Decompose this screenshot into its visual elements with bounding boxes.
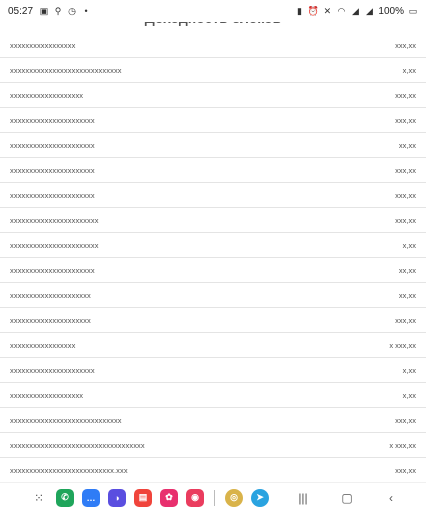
yield-list: xxxxxxxxxxxxxxxxx xxx,xx xxxxxxxxxxxxxxxxx…	[0, 33, 426, 483]
list-item[interactable]: xxxxxxxxxxxxxxxxxxxxx xx,xx	[0, 283, 426, 308]
status-time: 05:27	[8, 5, 34, 17]
gallery-icon[interactable]: ✿	[160, 488, 178, 507]
list-item[interactable]: xxxxxxxxxxxxxxxxxxx x,xx	[0, 383, 426, 408]
list-item[interactable]: xxxxxxxxxxxxxxxxxxxxxxx x,xx	[0, 233, 426, 258]
phone-icon[interactable]: ✆	[56, 488, 74, 507]
messages-icon[interactable]: …	[82, 488, 100, 507]
list-item[interactable]: xxxxxxxxxxxxxxxxxxxxxx xx,xx	[0, 133, 426, 158]
image-notification-icon: ▣	[39, 6, 49, 16]
item-name: xxxxxxxxxxxxxxxxxxxxxx	[10, 115, 95, 125]
dot-notification-icon: •	[84, 6, 88, 16]
alarm-icon: ⏰	[307, 6, 320, 16]
list-item[interactable]: xxxxxxxxxxxxxxxxxxxxxx x,xx	[0, 358, 426, 383]
internet-icon[interactable]: ◑	[108, 488, 126, 507]
system-navigation: ||| ▢ ‹	[295, 491, 399, 505]
wifi-icon: ◠	[337, 6, 346, 16]
item-value: xxx,xx	[395, 40, 416, 50]
item-value: x,xx	[402, 390, 416, 400]
item-name: xxxxxxxxxxxxxxxxxxx	[10, 90, 84, 100]
list-item[interactable]: xxxxxxxxxxxxxxxxxxxxxxxxxxxxx x,xx	[0, 58, 426, 83]
item-name: xxxxxxxxxxxxxxxxxxxxxx	[10, 165, 95, 175]
item-value: x xxx,xx	[389, 340, 416, 350]
item-value: x,xx	[402, 365, 416, 375]
item-name: xxxxxxxxxxxxxxxxxxxxxx	[10, 265, 95, 275]
dock-apps: ⁙ ✆ … ◑ ▤ ✿ ◉ ◎ ➤	[30, 488, 269, 507]
item-value: x xxx,xx	[389, 440, 416, 450]
item-value: xxx,xx	[395, 165, 416, 175]
battery-saver-icon: ▮	[296, 6, 302, 16]
status-bar: 05:27 ▣ ⚲ ◷ • ▮ ⏰ ✕ ◠ ◢ ◢ 100% ▭	[0, 0, 426, 22]
list-item[interactable]: xxxxxxxxxxxxxxxxxxxxxx xx,xx	[0, 258, 426, 283]
item-name: xxxxxxxxxxxxxxxxx	[10, 40, 76, 50]
list-item[interactable]: xxxxxxxxxxxxxxxxxxxxx xxx,xx	[0, 308, 426, 333]
home-button[interactable]: ▢	[339, 491, 355, 505]
signal-2-icon: ◢	[365, 6, 373, 16]
list-item[interactable]: xxxxxxxxxxxxxxxxxxx xxx,xx	[0, 83, 426, 108]
item-name: xxxxxxxxxxxxxxxxxxxxx	[10, 315, 91, 325]
item-value: x,xx	[402, 240, 416, 250]
list-item[interactable]: xxxxxxxxxxxxxxxxxxxxxx xxx,xx	[0, 108, 426, 133]
list-item[interactable]: xxxxxxxxxxxxxxxxxxxxxxxxxxx.xxx xxx,xx	[0, 458, 426, 483]
item-name: xxxxxxxxxxxxxxxxxxxxxx	[10, 365, 95, 375]
item-value: xx,xx	[398, 140, 416, 150]
list-item[interactable]: xxxxxxxxxxxxxxxxxxxxxxx xxx,xx	[0, 208, 426, 233]
status-left: 05:27 ▣ ⚲ ◷ •	[8, 6, 91, 17]
item-value: x,xx	[402, 65, 416, 75]
item-name: xxxxxxxxxxxxxxxxxxxxxxxxxxx.xxx	[10, 465, 128, 475]
item-name: xxxxxxxxxxxxxxxxxxxxxxxxxxxxx	[10, 415, 122, 425]
item-value: xxx,xx	[395, 415, 416, 425]
list-item[interactable]: xxxxxxxxxxxxxxxxxxxxxx xxx,xx	[0, 183, 426, 208]
battery-percent: 100%	[378, 5, 404, 17]
camera-icon[interactable]: ◉	[186, 488, 204, 507]
signal-1-icon: ◢	[351, 6, 359, 16]
back-button[interactable]: ‹	[383, 491, 399, 505]
item-name: xxxxxxxxxxxxxxxxx	[10, 340, 76, 350]
list-item[interactable]: xxxxxxxxxxxxxxxxx x xxx,xx	[0, 333, 426, 358]
item-name: xxxxxxxxxxxxxxxxxxxxxxx	[10, 215, 99, 225]
item-value: xxx,xx	[395, 315, 416, 325]
item-name: xxxxxxxxxxxxxxxxxxxxxx	[10, 190, 95, 200]
battery-icon: ▭	[408, 6, 418, 16]
item-name: xxxxxxxxxxxxxxxxxxx	[10, 390, 84, 400]
item-name: xxxxxxxxxxxxxxxxxxxxxxxxxxxxxxxxxxx	[10, 440, 145, 450]
item-name: xxxxxxxxxxxxxxxxxxxxxxxxxxxxx	[10, 65, 122, 75]
item-name: xxxxxxxxxxxxxxxxxxxxxx	[10, 140, 95, 150]
list-item[interactable]: xxxxxxxxxxxxxxxxxxxxxxxxxxxxxxxxxxx x xxx…	[0, 433, 426, 458]
app-drawer-icon[interactable]: ⁙	[30, 489, 48, 507]
mute-icon: ✕	[323, 6, 332, 16]
item-value: xx,xx	[398, 290, 416, 300]
navigation-bar: ⁙ ✆ … ◑ ▤ ✿ ◉ ◎ ➤ ||| ▢ ‹	[0, 482, 426, 512]
telegram-icon[interactable]: ➤	[251, 488, 269, 507]
coin-app-icon[interactable]: ◎	[225, 488, 243, 507]
list-item[interactable]: xxxxxxxxxxxxxxxxxxxxxxxxxxxxx xxx,xx	[0, 408, 426, 433]
clock-notification-icon: ◷	[68, 6, 76, 16]
recents-button[interactable]: |||	[295, 491, 311, 505]
item-value: xxx,xx	[395, 190, 416, 200]
item-name: xxxxxxxxxxxxxxxxxxxxxxx	[10, 240, 99, 250]
item-value: xxx,xx	[395, 115, 416, 125]
item-name: xxxxxxxxxxxxxxxxxxxxx	[10, 290, 91, 300]
list-item[interactable]: xxxxxxxxxxxxxxxxx xxx,xx	[0, 33, 426, 58]
list-item[interactable]: xxxxxxxxxxxxxxxxxxxxxx xxx,xx	[0, 158, 426, 183]
item-value: xxx,xx	[395, 465, 416, 475]
item-value: xx,xx	[398, 265, 416, 275]
notes-icon[interactable]: ▤	[134, 488, 152, 507]
item-value: xxx,xx	[395, 90, 416, 100]
item-value: xxx,xx	[395, 215, 416, 225]
dock-divider	[214, 489, 215, 506]
screen: 05:27 ▣ ⚲ ◷ • ▮ ⏰ ✕ ◠ ◢ ◢ 100% ▭ Доходно…	[0, 0, 426, 512]
search-notification-icon: ⚲	[54, 6, 62, 16]
status-right: ▮ ⏰ ✕ ◠ ◢ ◢ 100% ▭	[294, 6, 418, 17]
